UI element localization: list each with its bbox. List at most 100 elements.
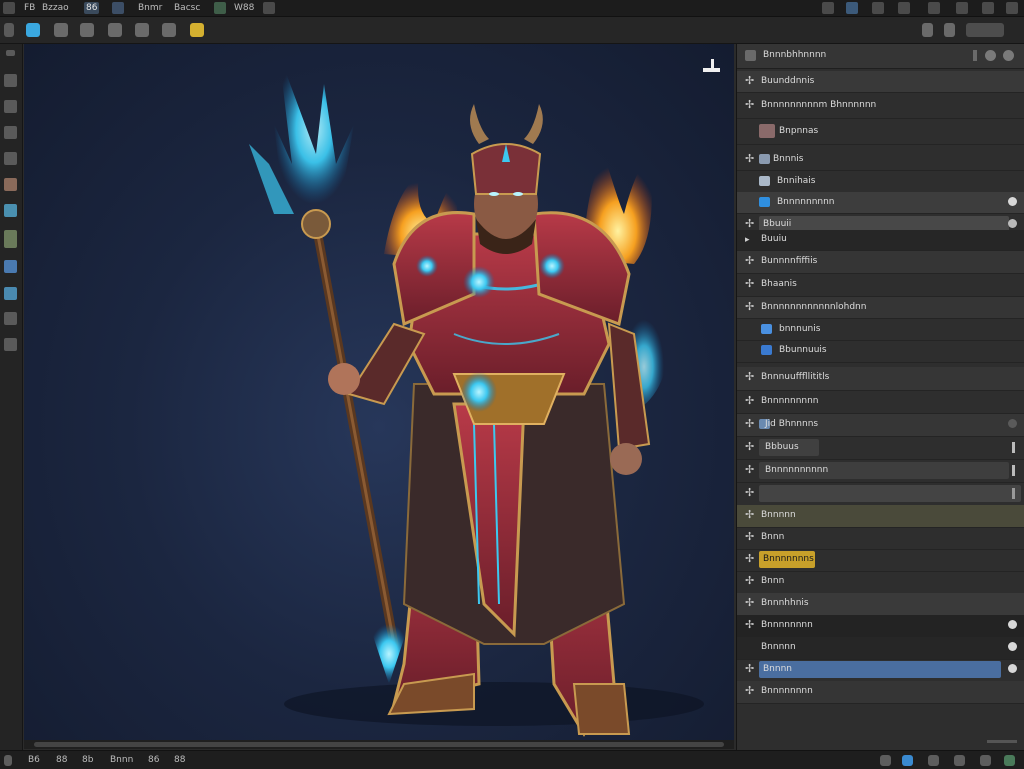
loop-cut-icon[interactable] (4, 287, 17, 300)
status-blue-icon[interactable] (902, 755, 913, 766)
status-version-icon[interactable] (954, 755, 965, 766)
snap-icon[interactable] (922, 23, 933, 37)
expand-icon[interactable]: ✢ (745, 508, 755, 522)
panel-row[interactable]: ✢ Bnnnuufffllititls (737, 367, 1024, 391)
toolstrip-collapse-icon[interactable] (6, 50, 15, 56)
menu-item-6[interactable]: W88 (232, 2, 256, 14)
light-tool-icon[interactable] (190, 23, 204, 37)
panel-row[interactable]: Bnnihais (737, 171, 1024, 193)
proportional-edit-icon[interactable] (944, 23, 955, 37)
expand-icon[interactable]: ✢ (745, 370, 755, 384)
chevron-icon[interactable]: ▸ (745, 233, 755, 247)
cursor-tool-icon[interactable] (4, 74, 17, 87)
viewport-horizontal-scrollbar[interactable] (24, 740, 734, 749)
panel-row[interactable]: ✢ Jid Bhnnnns (737, 414, 1024, 437)
panel-resize-handle[interactable] (987, 740, 1017, 743)
panel-options-icon[interactable] (985, 50, 996, 61)
paint-tool-icon[interactable] (4, 178, 17, 191)
status-info-icon[interactable] (880, 755, 891, 766)
pin-icon[interactable] (973, 50, 977, 61)
panel-settings-icon[interactable] (1003, 50, 1014, 61)
panel-row[interactable]: Bnnnnnnnnn (737, 192, 1024, 214)
layout-icon[interactable] (822, 2, 834, 14)
panel-row[interactable]: Bnnnnn (737, 637, 1024, 660)
expand-icon[interactable]: ✢ (745, 552, 755, 566)
expand-icon[interactable]: ✢ (745, 530, 755, 544)
panel-row[interactable]: Bnpnnas (737, 119, 1024, 145)
panel-row[interactable]: ✢ Bnnn (737, 571, 1024, 594)
expand-icon[interactable]: ✢ (745, 300, 755, 314)
panel-row[interactable]: ✢ Buunddnnis (737, 71, 1024, 93)
settings-icon[interactable] (982, 2, 994, 14)
expand-icon[interactable]: ✢ (745, 74, 755, 88)
menu-item-4[interactable]: Bnmr (136, 2, 164, 14)
panel-row[interactable]: bnnnunis (737, 319, 1024, 341)
expand-icon[interactable]: ✢ (745, 662, 755, 676)
window-close-icon[interactable] (1006, 2, 1018, 14)
panel-row[interactable]: ✢ Bnnnhhnis (737, 593, 1024, 616)
menu-item-3[interactable]: 86 (84, 2, 100, 14)
viewport-gizmo-icon[interactable] (700, 56, 722, 78)
expand-icon[interactable]: ✢ (745, 440, 755, 454)
knife-tool-icon[interactable] (4, 260, 17, 273)
visibility-eye-icon[interactable] (1008, 197, 1017, 206)
visibility-eye-icon[interactable] (1008, 419, 1017, 428)
grab-tool-icon[interactable] (4, 126, 17, 139)
selected-field[interactable] (759, 661, 1001, 678)
expand-icon[interactable]: ✢ (745, 618, 755, 632)
panel-row[interactable]: ✢ Bnnnnnnnn (737, 615, 1024, 638)
menu-item-2[interactable]: Bzzao (40, 2, 71, 14)
globe-icon[interactable] (1004, 755, 1015, 766)
visibility-eye-icon[interactable] (1008, 664, 1017, 673)
menu-render-icon[interactable] (214, 2, 226, 14)
panel-row[interactable]: ✢ Bnnnnn (737, 505, 1024, 528)
expand-icon[interactable]: ✢ (745, 152, 755, 166)
expand-icon[interactable]: ✢ (745, 277, 755, 291)
scrollbar-thumb[interactable] (34, 742, 724, 747)
visibility-eye-icon[interactable] (1008, 642, 1017, 651)
panel-row[interactable]: ✢ Bunnnnfiffiis (737, 251, 1024, 274)
expand-icon[interactable]: ✢ (745, 463, 755, 477)
mode-dropdown-icon[interactable] (4, 23, 14, 37)
expand-icon[interactable]: ✢ (745, 394, 755, 408)
panel-row[interactable]: ✢ Bhaanis (737, 274, 1024, 297)
panel-row[interactable]: ✢ Bnnnnnnnnn (737, 391, 1024, 414)
material-swatch-icon[interactable] (759, 124, 775, 138)
move-tool-icon[interactable] (54, 23, 68, 37)
expand-icon[interactable]: ✢ (745, 596, 755, 610)
panel-row[interactable]: ✢ Bnnnnnnnnnn (737, 460, 1024, 483)
panel-row[interactable]: ▸ Buuiu (737, 230, 1024, 251)
3d-viewport[interactable] (24, 44, 734, 740)
expand-icon[interactable]: ✢ (745, 254, 755, 268)
workspace-icon[interactable] (846, 2, 858, 14)
measure-tool-icon[interactable] (4, 230, 17, 248)
expand-icon[interactable]: ✢ (745, 684, 755, 698)
panel-row[interactable]: ✢ Bnnnnnnnnnnnnlohdnn (737, 297, 1024, 319)
camera-icon[interactable] (956, 2, 968, 14)
scene-icon[interactable] (872, 2, 884, 14)
panel-row[interactable]: ✢ (737, 483, 1024, 506)
visibility-eye-icon[interactable] (1008, 219, 1017, 228)
shading-options-icon[interactable] (966, 23, 1004, 37)
panel-row[interactable]: ✢ Bnnnnnnnn (737, 681, 1024, 704)
value-field[interactable] (759, 485, 1021, 502)
annotate-tool-icon[interactable] (162, 23, 176, 37)
box-select-icon[interactable] (4, 100, 17, 113)
expand-icon[interactable]: ✢ (745, 98, 755, 112)
transform-tool-icon[interactable] (135, 23, 149, 37)
panel-row[interactable]: ✢ Bnnnnnnnnnm Bhnnnnnn (737, 95, 1024, 119)
status-memory-icon[interactable] (928, 755, 939, 766)
panel-row[interactable]: ✢ Bbbuus (737, 437, 1024, 460)
panel-row[interactable]: Bbunnuuis (737, 340, 1024, 363)
panel-type-icon[interactable] (745, 50, 756, 61)
menu-extra-icon[interactable] (263, 2, 275, 14)
slider-handle-icon[interactable] (1012, 442, 1015, 453)
expand-icon[interactable]: ✢ (745, 486, 755, 500)
panel-row[interactable]: ✢ Bnnnis (737, 149, 1024, 171)
status-sync-icon[interactable] (980, 755, 991, 766)
panel-row[interactable]: ✢ Bnnnn (737, 659, 1024, 682)
expand-icon[interactable]: ✢ (745, 417, 755, 431)
menu-window-icon[interactable] (112, 2, 124, 14)
expand-icon[interactable]: ✢ (745, 217, 755, 231)
panel-row[interactable]: ✢ Bnnn (737, 527, 1024, 550)
